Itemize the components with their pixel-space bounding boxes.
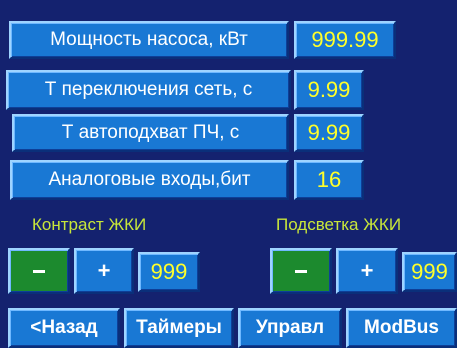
analog-inputs-value[interactable]: 16 <box>294 160 364 200</box>
modbus-button[interactable]: ModBus <box>346 308 457 348</box>
backlight-plus-button[interactable]: + <box>336 248 398 294</box>
pump-power-value[interactable]: 999.99 <box>294 21 396 59</box>
hmi-screen: Мощность насоса, кВт 999.99 Т переключен… <box>0 0 457 348</box>
contrast-label: Контраст ЖКИ <box>32 215 147 234</box>
contrast-plus-button[interactable]: + <box>74 248 134 294</box>
pump-power-label: Мощность насоса, кВт <box>9 21 289 59</box>
vfd-pickup-time-label: Т автоподхват ПЧ, с <box>12 114 289 152</box>
switch-time-value[interactable]: 9.99 <box>294 70 364 110</box>
timers-button[interactable]: Таймеры <box>124 308 234 348</box>
switch-time-label: Т переключения сеть, с <box>6 70 291 110</box>
vfd-pickup-time-value[interactable]: 9.99 <box>294 114 364 152</box>
backlight-label: Подсветка ЖКИ <box>276 215 402 234</box>
minus-icon <box>33 269 45 273</box>
minus-icon <box>295 269 307 273</box>
contrast-value[interactable]: 999 <box>138 252 200 292</box>
control-button[interactable]: Управл <box>238 308 342 348</box>
contrast-minus-button[interactable] <box>8 248 70 294</box>
backlight-minus-button[interactable] <box>270 248 332 294</box>
analog-inputs-label: Аналоговые входы,бит <box>10 160 289 200</box>
backlight-value[interactable]: 999 <box>402 252 457 292</box>
back-button[interactable]: <Назад <box>8 308 120 348</box>
